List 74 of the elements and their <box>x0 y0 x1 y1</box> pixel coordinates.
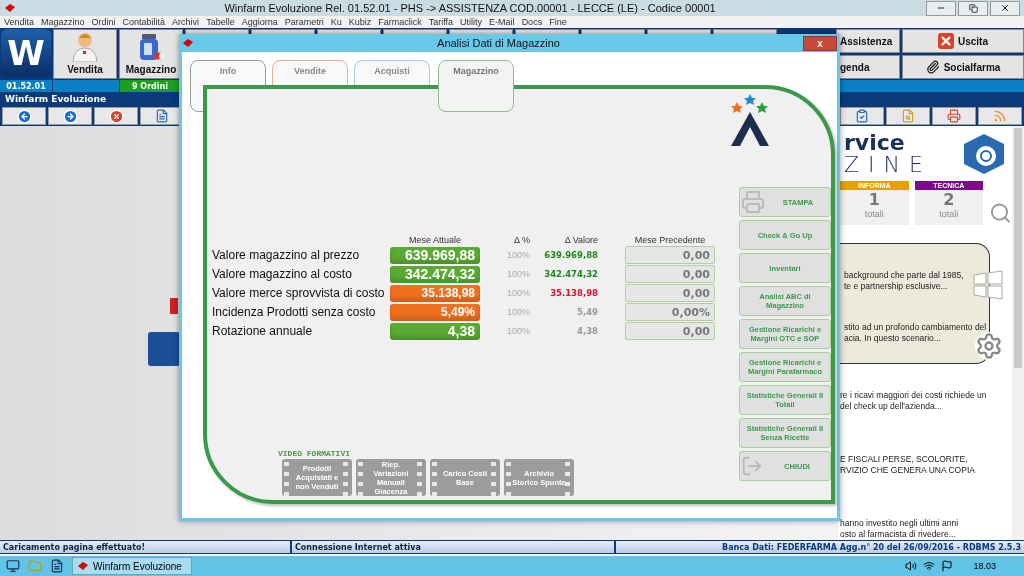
counter-value: 1 <box>868 190 880 210</box>
news-text: background che parte dal 1985, te e partnership esclusive... <box>844 270 965 293</box>
delta-value: 639.969,88 <box>543 250 598 260</box>
toolbar-button[interactable]: Vendita <box>53 29 117 79</box>
close-button[interactable]: x <box>803 35 837 51</box>
percent-text: 100% <box>505 288 530 298</box>
menu-item[interactable]: Contabilità <box>122 17 166 27</box>
app-logo: W <box>1 29 51 77</box>
value-badge: 639.969,88 <box>390 246 480 264</box>
row-label: Valore merce sprovvista di costo <box>212 286 386 300</box>
menu-item[interactable]: Tabelle <box>206 17 235 27</box>
menu-item[interactable]: Docs <box>521 17 543 27</box>
toolbar-button[interactable]: Uscita <box>902 29 1024 53</box>
percent-text: 100% <box>505 250 530 260</box>
menu-item[interactable]: Magazzino <box>41 17 85 27</box>
delta-value: 5,49 <box>576 307 598 317</box>
video-section-title: VIDEO FORMATIVI <box>278 449 351 458</box>
previous-value-field: 0,00 <box>625 322 715 340</box>
menu-item[interactable]: Ku <box>330 17 342 27</box>
brand-text: ZINE <box>844 154 932 176</box>
menu-item[interactable]: Fine <box>549 17 567 27</box>
news-text: stito ad un profondo cambiamento del acia. In questo scenario... <box>844 322 988 345</box>
previous-value-field: 0,00 <box>625 265 715 283</box>
counter-unit: totali <box>864 209 884 220</box>
column-header: Δ Valore <box>563 235 598 245</box>
window-title: Winfarm Evoluzione Rel. 01.52.01 - PHS -> ASSISTENZA COD.00001 - LECCE (LE) - Codice 00001 <box>223 2 717 14</box>
news-text: E FISCALI PERSE, SCOLORITE, RVIZIO CHE GENERA UNA COPIA <box>840 454 976 476</box>
percent-text: 100% <box>505 269 530 279</box>
column-header: Mese Precedente <box>633 235 707 245</box>
value-badge: 5,49% <box>390 303 480 321</box>
menu-item[interactable]: Utility <box>460 17 483 27</box>
taskbar-app[interactable]: Winfarm Evoluzione <box>72 557 192 575</box>
percent-text: 100% <box>505 307 530 317</box>
menu-item[interactable]: E-Mail <box>489 17 515 27</box>
column-header: Mese Attuale <box>408 235 462 245</box>
menu-item[interactable]: Kubiz <box>348 17 372 27</box>
dialog-title: Analisi Dati di Magazzino <box>436 37 561 49</box>
status-text: Caricamento pagina effettuato! <box>0 541 290 553</box>
row-label: Valore magazzino al costo <box>212 267 353 281</box>
counter-value: 2 <box>943 190 955 210</box>
menu-item[interactable]: Vendita <box>4 17 35 27</box>
previous-value-field: 0,00 <box>625 246 715 264</box>
tab[interactable]: Magazzino <box>438 60 514 112</box>
toolbar-button[interactable]: Magazzino <box>119 29 183 79</box>
row-label: Rotazione annuale <box>212 324 314 338</box>
counter-unit: totali <box>939 209 959 220</box>
status-text: Connessione Internet attiva <box>292 541 614 553</box>
delta-value: 35.138,98 <box>549 288 598 298</box>
news-text: re i ricavi maggiori dei costi richiede un del check up dell'azienda... <box>840 390 988 412</box>
toolbar-button[interactable]: Socialfarma <box>902 55 1024 79</box>
menu-item[interactable]: Archivi <box>172 17 200 27</box>
clock: 18.03 <box>973 561 996 571</box>
brand-text: rvice <box>844 132 906 154</box>
version-label: 01.52.01 <box>0 80 52 92</box>
previous-value-field: 0,00% <box>625 303 715 321</box>
value-badge: 342.474,32 <box>390 265 480 283</box>
percent-text: 100% <box>505 326 530 336</box>
delta-value: 342.474,32 <box>543 269 598 279</box>
value-badge: 35.138,98 <box>390 284 480 302</box>
menu-item[interactable]: Farmaclick <box>378 17 422 27</box>
menu-item[interactable]: Aggiorna <box>241 17 278 27</box>
row-label: Incidenza Prodotti senza costo <box>212 305 377 319</box>
menu-item[interactable]: Ordini <box>91 17 116 27</box>
menu-item[interactable]: Parametri <box>284 17 324 27</box>
row-label: Valore magazzino al prezzo <box>212 248 361 262</box>
previous-value-field: 0,00 <box>625 284 715 302</box>
toolbar-button[interactable]: Assistenza <box>836 29 900 53</box>
news-text: hanno investito negli ultimi anni osto al farmacista di rivedere... <box>840 518 960 540</box>
delta-value: 4,38 <box>576 326 598 336</box>
column-header: Δ % <box>512 235 530 245</box>
value-badge: 4,38 <box>390 322 480 340</box>
status-text: Banca Dati: FEDERFARMA Agg.n° 20 del 26/09/2016 - RDBMS 2.5.3 <box>616 541 1024 553</box>
menu-item[interactable]: Tariffa <box>428 17 454 27</box>
orders-label: 9 Ordini <box>120 80 180 92</box>
